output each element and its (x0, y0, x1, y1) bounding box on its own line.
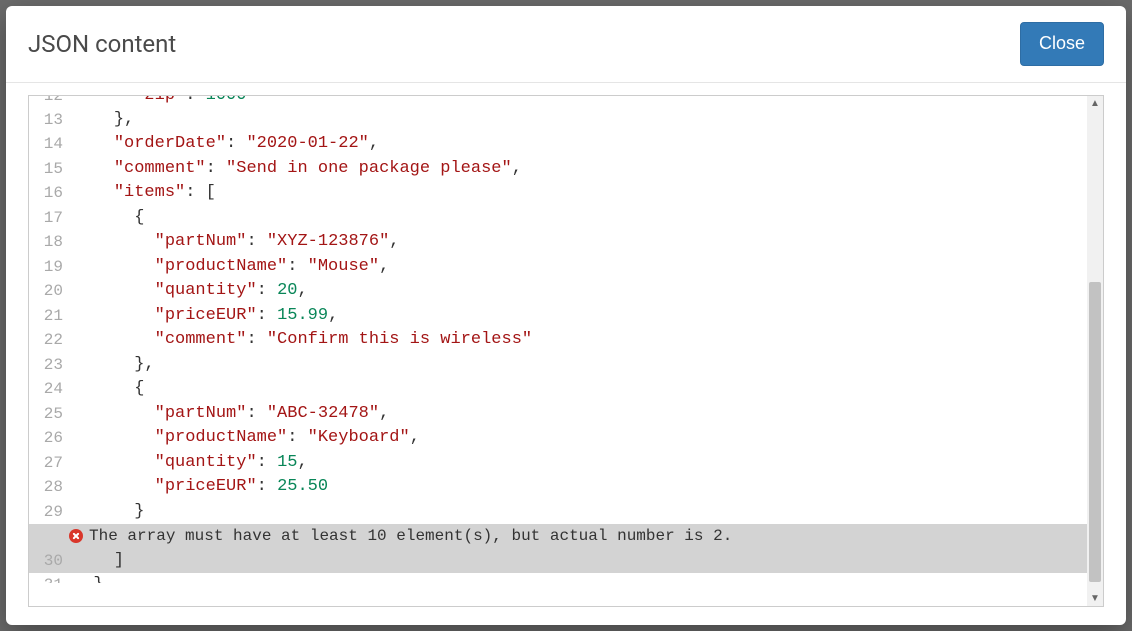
code-content[interactable]: "quantity": 15, (71, 451, 1087, 476)
code-content[interactable]: "productName": "Mouse", (71, 255, 1087, 280)
line-number: 31 (29, 573, 71, 583)
line-number: 13 (29, 108, 71, 133)
scrollbar-thumb[interactable] (1089, 282, 1101, 582)
line-number: 14 (29, 132, 71, 157)
line-number: 22 (29, 328, 71, 353)
error-icon (69, 529, 83, 543)
json-content-modal: JSON content Close 12 "zip": 100013 },14… (6, 6, 1126, 625)
code-line[interactable]: 22 "comment": "Confirm this is wireless" (29, 328, 1087, 353)
code-line[interactable]: 14 "orderDate": "2020-01-22", (29, 132, 1087, 157)
close-button[interactable]: Close (1020, 22, 1104, 66)
code-editor[interactable]: 12 "zip": 100013 },14 "orderDate": "2020… (28, 95, 1104, 607)
scroll-down-arrow[interactable]: ▼ (1087, 590, 1103, 606)
code-line[interactable]: 17 { (29, 206, 1087, 231)
code-line[interactable]: 16 "items": [ (29, 181, 1087, 206)
line-number: 27 (29, 451, 71, 476)
scrollbar-track[interactable] (1087, 112, 1103, 590)
code-line[interactable]: 27 "quantity": 15, (29, 451, 1087, 476)
line-number: 16 (29, 181, 71, 206)
code-line[interactable]: 26 "productName": "Keyboard", (29, 426, 1087, 451)
code-line[interactable]: 30 ] (29, 549, 1087, 574)
line-number: 25 (29, 402, 71, 427)
modal-body: 12 "zip": 100013 },14 "orderDate": "2020… (6, 83, 1126, 625)
code-line[interactable]: 21 "priceEUR": 15.99, (29, 304, 1087, 329)
code-content[interactable]: "comment": "Send in one package please", (71, 157, 1087, 182)
line-number: 23 (29, 353, 71, 378)
code-content[interactable]: "partNum": "XYZ-123876", (71, 230, 1087, 255)
line-number: 24 (29, 377, 71, 402)
validation-error-row: The array must have at least 10 element(… (29, 524, 1087, 549)
code-content[interactable]: "comment": "Confirm this is wireless" (71, 328, 1087, 353)
code-line[interactable]: 12 "zip": 1000 (29, 96, 1087, 108)
code-line[interactable]: 28 "priceEUR": 25.50 (29, 475, 1087, 500)
code-line[interactable]: 20 "quantity": 20, (29, 279, 1087, 304)
code-line[interactable]: 23 }, (29, 353, 1087, 378)
code-content[interactable]: "priceEUR": 15.99, (71, 304, 1087, 329)
code-content[interactable]: "zip": 1000 (71, 96, 1087, 108)
code-content[interactable]: }, (71, 108, 1087, 133)
code-line[interactable]: 18 "partNum": "XYZ-123876", (29, 230, 1087, 255)
error-message: The array must have at least 10 element(… (89, 524, 732, 549)
code-content[interactable]: { (71, 377, 1087, 402)
line-number: 29 (29, 500, 71, 525)
code-content[interactable]: } (71, 500, 1087, 525)
line-number: 18 (29, 230, 71, 255)
code-content[interactable]: "items": [ (71, 181, 1087, 206)
scroll-up-arrow[interactable]: ▲ (1087, 96, 1103, 112)
line-number: 15 (29, 157, 71, 182)
code-content[interactable]: { (71, 206, 1087, 231)
code-line[interactable]: 31 } (29, 573, 1087, 583)
code-content[interactable]: ] (71, 549, 1087, 574)
modal-title: JSON content (28, 30, 176, 58)
code-content[interactable]: "partNum": "ABC-32478", (71, 402, 1087, 427)
code-content[interactable]: "priceEUR": 25.50 (71, 475, 1087, 500)
line-number: 17 (29, 206, 71, 231)
code-line[interactable]: 15 "comment": "Send in one package pleas… (29, 157, 1087, 182)
line-number: 28 (29, 475, 71, 500)
vertical-scrollbar[interactable]: ▲ ▼ (1087, 96, 1103, 606)
line-number: 12 (29, 96, 71, 108)
code-line[interactable]: 25 "partNum": "ABC-32478", (29, 402, 1087, 427)
line-number: 26 (29, 426, 71, 451)
code-content[interactable]: "productName": "Keyboard", (71, 426, 1087, 451)
code-line[interactable]: 24 { (29, 377, 1087, 402)
code-content[interactable]: }, (71, 353, 1087, 378)
code-line[interactable]: 19 "productName": "Mouse", (29, 255, 1087, 280)
code-content[interactable]: "orderDate": "2020-01-22", (71, 132, 1087, 157)
line-number: 19 (29, 255, 71, 280)
line-number: 20 (29, 279, 71, 304)
line-number: 30 (29, 549, 71, 574)
code-content[interactable]: } (71, 573, 1087, 583)
code-content[interactable]: "quantity": 20, (71, 279, 1087, 304)
line-number: 21 (29, 304, 71, 329)
modal-header: JSON content Close (6, 6, 1126, 83)
code-line[interactable]: 29 } (29, 500, 1087, 525)
code-line[interactable]: 13 }, (29, 108, 1087, 133)
